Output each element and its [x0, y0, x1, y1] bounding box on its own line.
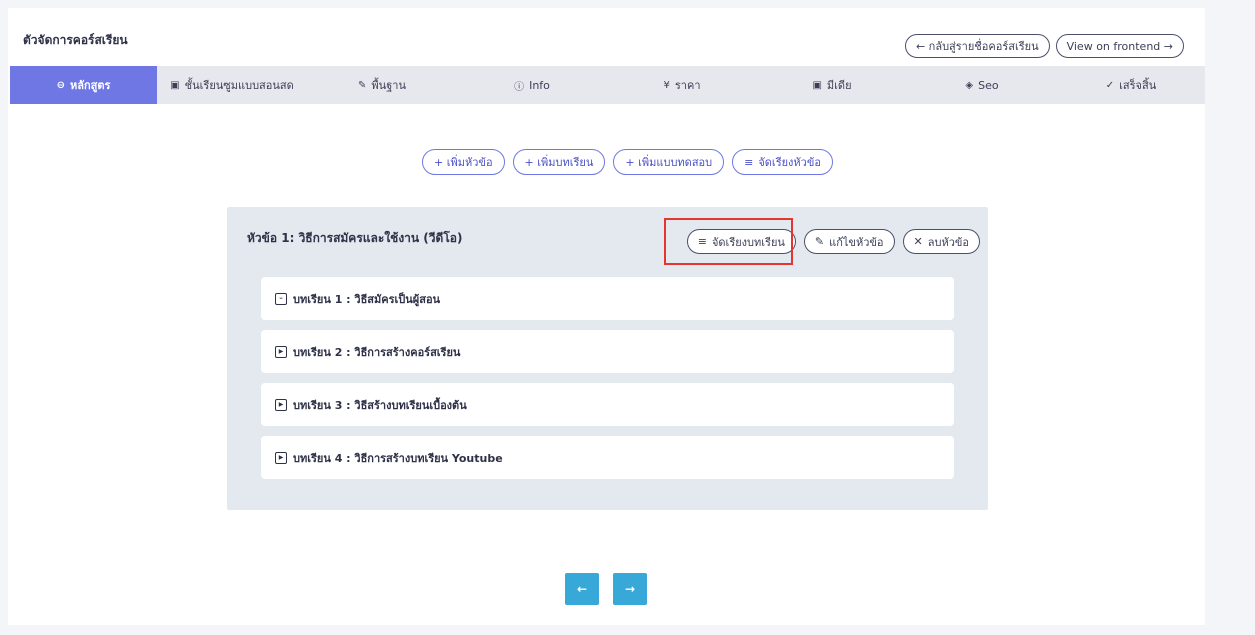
tab-label: พื้นฐาน [371, 79, 406, 92]
tab-label: มีเดีย [826, 79, 852, 92]
lesson-title: บทเรียน 3 : วิธีสร้างบทเรียนเบื้องต้น [293, 398, 467, 412]
sort-lessons-button[interactable]: ≡ จัดเรียงบทเรียน [686, 229, 796, 254]
sort-lessons-label: จัดเรียงบทเรียน [711, 235, 785, 249]
delete-section-label: ลบหัวข้อ [927, 235, 969, 249]
info-icon: ⓘ [514, 81, 525, 93]
pdf-icon: ⌁ [275, 292, 287, 305]
section-actions: ≡ จัดเรียงบทเรียน ✎ แก้ไขหัวข้อ ✕ ลบหัวข… [686, 229, 980, 254]
tab-live-class[interactable]: ▣ ชั้นเรียนซูมแบบสอนสด [157, 66, 307, 104]
video-icon: ▶ [275, 451, 287, 464]
tab-basic[interactable]: ✎ พื้นฐาน [307, 66, 457, 104]
delete-section-button[interactable]: ✕ ลบหัวข้อ [902, 229, 980, 254]
tab-price[interactable]: ¥ ราคา [607, 66, 757, 104]
sort-sections-label: จัดเรียงหัวข้อ [758, 156, 821, 169]
video-icon: ▶ [275, 345, 287, 358]
add-quiz-button[interactable]: + เพิ่มแบบทดสอบ [613, 149, 725, 175]
add-lesson-button[interactable]: + เพิ่มบทเรียน [512, 149, 606, 175]
pencil-icon: ✎ [814, 235, 825, 248]
lesson-item[interactable]: ▶ บทเรียน 4 : วิธีการสร้างบทเรียน Youtub… [261, 436, 954, 479]
edit-section-label: แก้ไขหัวข้อ [829, 235, 884, 249]
close-icon: ✕ [913, 235, 923, 248]
tab-curriculum[interactable]: ⊖ หลักสูตร [10, 66, 157, 104]
tab-label: ชั้นเรียนซูมแบบสอนสด [184, 79, 294, 92]
tab-bar: ⊖ หลักสูตร ▣ ชั้นเรียนซูมแบบสอนสด ✎ พื้น… [10, 66, 1205, 104]
lesson-item[interactable]: ⌁ บทเรียน 1 : วิธีสมัครเป็นผู้สอน [261, 277, 954, 320]
tab-media[interactable]: ▣ มีเดีย [757, 66, 907, 104]
yen-icon: ¥ [663, 79, 670, 91]
view-frontend-button[interactable]: View on frontend → [1055, 34, 1184, 58]
header-actions: ← กลับสู่รายชื่อคอร์สเรียน View on front… [904, 34, 1184, 58]
tab-info[interactable]: ⓘ Info [457, 66, 607, 104]
pencil-icon: ✎ [358, 79, 367, 91]
tab-label: Seo [978, 78, 999, 92]
sort-icon: ≡ [744, 155, 754, 169]
section-card: หัวข้อ 1: วิธีการสมัครและใช้งาน (วีดีโอ)… [227, 207, 988, 510]
section-title: หัวข้อ 1: วิธีการสมัครและใช้งาน (วีดีโอ) [247, 231, 463, 245]
check-circle-icon: ✓ [1105, 79, 1115, 91]
tab-label: Info [529, 78, 550, 92]
page-title: ตัวจัดการคอร์สเรียน [23, 33, 128, 47]
user-circle-icon: ⊖ [56, 79, 65, 91]
media-icon: ▣ [812, 79, 822, 91]
edit-section-button[interactable]: ✎ แก้ไขหัวข้อ [803, 229, 895, 254]
live-class-icon: ▣ [170, 79, 180, 91]
tab-finish[interactable]: ✓ เสร็จสิ้น [1057, 66, 1205, 104]
curriculum-actions: + เพิ่มหัวข้อ + เพิ่มบทเรียน + เพิ่มแบบท… [0, 149, 1255, 175]
next-step-button[interactable]: → [613, 573, 647, 605]
sort-icon: ≡ [697, 235, 707, 248]
tag-icon: ◈ [965, 79, 974, 91]
lesson-item[interactable]: ▶ บทเรียน 2 : วิธีการสร้างคอร์สเรียน [261, 330, 954, 373]
lesson-title: บทเรียน 4 : วิธีการสร้างบทเรียน Youtube [293, 451, 503, 465]
sort-sections-button[interactable]: ≡ จัดเรียงหัวข้อ [732, 149, 833, 175]
lesson-item[interactable]: ▶ บทเรียน 3 : วิธีสร้างบทเรียนเบื้องต้น [261, 383, 954, 426]
add-section-button[interactable]: + เพิ่มหัวข้อ [422, 149, 505, 175]
prev-step-button[interactable]: ← [565, 573, 599, 605]
tab-label: ราคา [674, 79, 701, 92]
back-to-courses-button[interactable]: ← กลับสู่รายชื่อคอร์สเรียน [904, 34, 1050, 58]
video-icon: ▶ [275, 398, 287, 411]
page-gutter [1205, 0, 1255, 635]
tab-seo[interactable]: ◈ Seo [907, 66, 1057, 104]
tab-label: เสร็จสิ้น [1119, 79, 1157, 92]
tab-label: หลักสูตร [69, 79, 111, 92]
lesson-title: บทเรียน 1 : วิธีสมัครเป็นผู้สอน [293, 292, 441, 306]
lesson-title: บทเรียน 2 : วิธีการสร้างคอร์สเรียน [293, 345, 461, 359]
